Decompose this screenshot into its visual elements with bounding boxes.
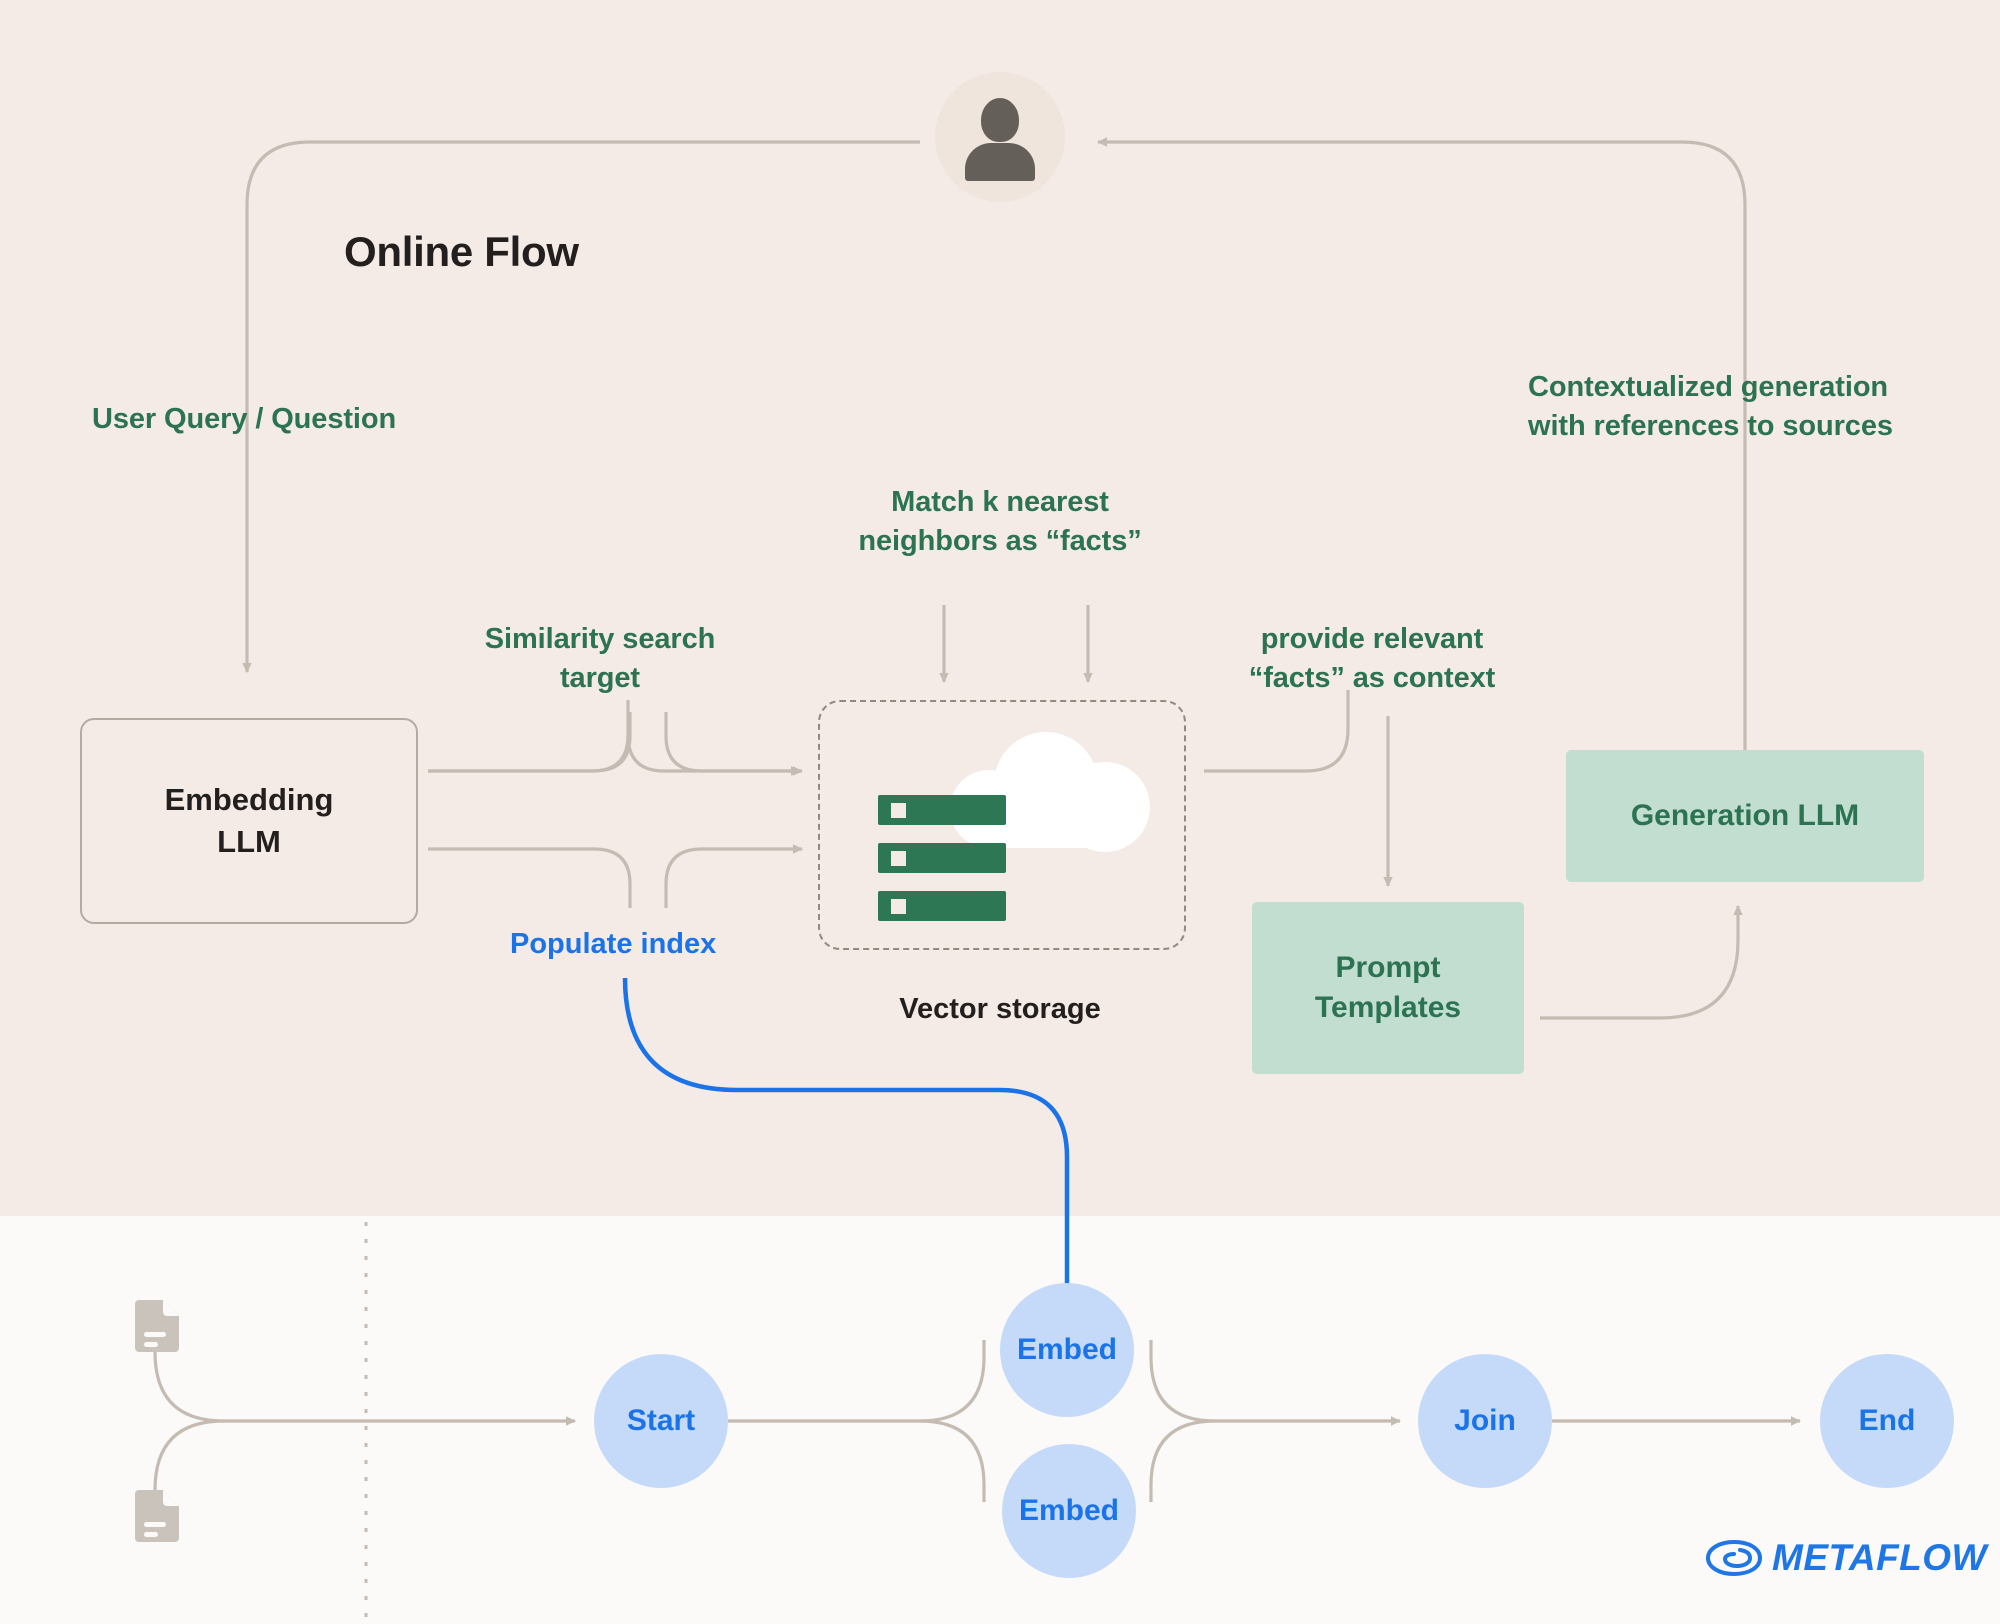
user-avatar bbox=[935, 72, 1065, 202]
server-rack-icon-row-1 bbox=[878, 795, 1006, 825]
flow-node-embed-2[interactable]: Embed bbox=[1002, 1444, 1136, 1578]
diagram-canvas: Online Flow User Query / Question Simila… bbox=[0, 0, 2000, 1624]
metaflow-logo: METAFLOW bbox=[1706, 1537, 1987, 1579]
node-embedding-llm[interactable]: Embedding LLM bbox=[80, 718, 418, 924]
metaflow-wordmark: METAFLOW bbox=[1772, 1537, 1987, 1578]
page-title: Online Flow bbox=[344, 228, 579, 275]
node-generation-llm[interactable]: Generation LLM bbox=[1566, 750, 1924, 882]
label-user-query: User Query / Question bbox=[92, 403, 397, 435]
document-icon bbox=[135, 1490, 179, 1542]
avatar-head-shape bbox=[981, 98, 1019, 142]
label-contextualized-generation: Contextualized generation with reference… bbox=[1528, 371, 1893, 442]
avatar-body-shape bbox=[965, 143, 1035, 181]
label-provide-facts: provide relevant “facts” as context bbox=[1248, 623, 1496, 694]
flow-node-embed-1[interactable]: Embed bbox=[1000, 1283, 1134, 1417]
offline-flow-band bbox=[0, 1216, 2000, 1624]
label-populate-index: Populate index bbox=[510, 928, 717, 960]
label-vector-storage: Vector storage bbox=[899, 993, 1101, 1025]
metaflow-mark-icon bbox=[1706, 1539, 1762, 1577]
server-rack-icon-row-2 bbox=[878, 843, 1006, 873]
document-icon bbox=[135, 1300, 179, 1352]
flow-node-end[interactable]: End bbox=[1820, 1354, 1954, 1488]
flow-node-start[interactable]: Start bbox=[594, 1354, 728, 1488]
server-rack-icon-row-3 bbox=[878, 891, 1006, 921]
label-similarity-search: Similarity search target bbox=[484, 623, 716, 694]
flow-node-join[interactable]: Join bbox=[1418, 1354, 1552, 1488]
label-match-knn: Match k nearest neighbors as “facts” bbox=[858, 486, 1142, 557]
node-prompt-templates[interactable]: Prompt Templates bbox=[1252, 902, 1524, 1074]
